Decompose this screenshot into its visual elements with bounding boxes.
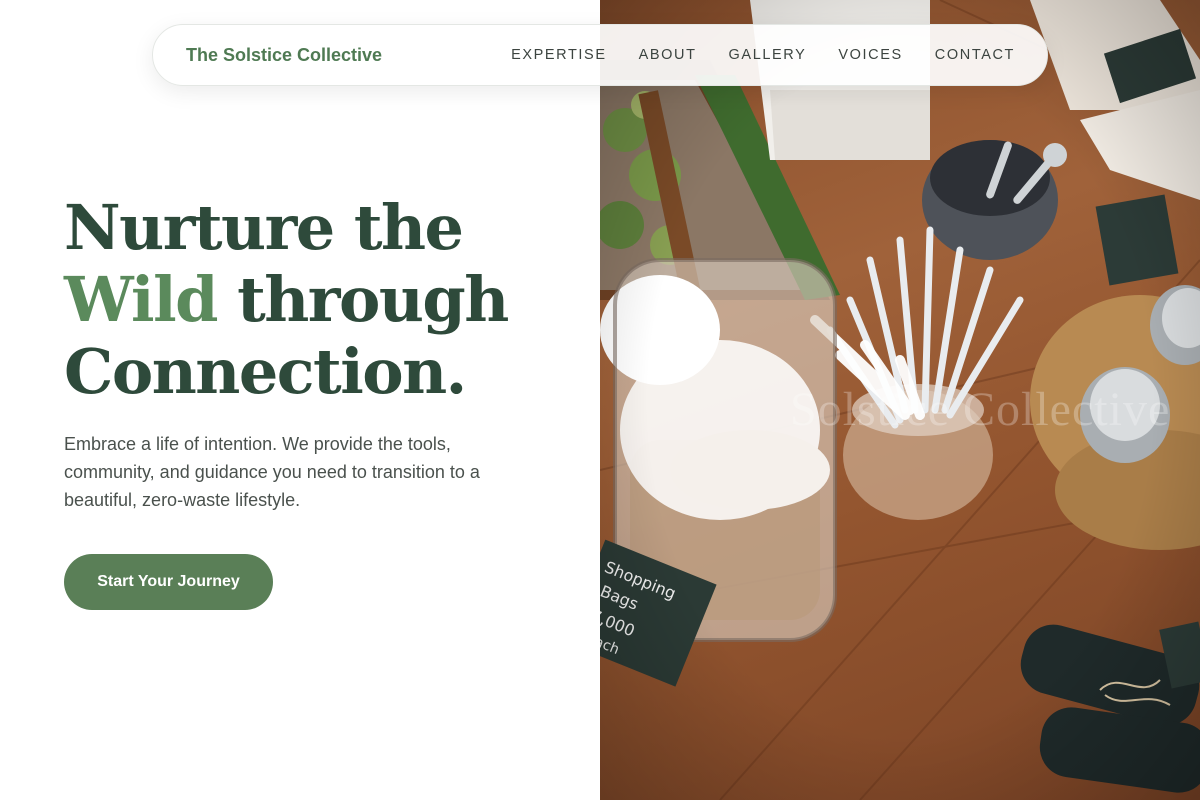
hero-photo: Shopping Bags ₹7,000 each Solstice Colle… (600, 0, 1200, 800)
top-navigation: The Solstice Collective EXPERTISE ABOUT … (152, 24, 1048, 86)
nav-link-about[interactable]: ABOUT (639, 47, 697, 63)
hero-section: Nurture the Wild through Connection. Emb… (64, 192, 584, 514)
headline-line-3: Connection. (64, 335, 467, 408)
nav-link-gallery[interactable]: GALLERY (729, 47, 807, 63)
nav-link-voices[interactable]: VOICES (838, 47, 902, 63)
photo-watermark: Solstice Collective (790, 383, 1171, 436)
nav-link-expertise[interactable]: EXPERTISE (511, 47, 607, 63)
brand-logo[interactable]: The Solstice Collective (186, 45, 382, 66)
nav-link-contact[interactable]: CONTACT (935, 47, 1015, 63)
hero-description: Embrace a life of intention. We provide … (64, 434, 480, 510)
hero-headline: Nurture the Wild through Connection. (64, 192, 584, 408)
nav-menu: EXPERTISE ABOUT GALLERY VOICES CONTACT (511, 47, 1015, 63)
headline-accent-word: Wild (64, 263, 219, 336)
headline-line-1: Nurture the (64, 191, 464, 264)
start-journey-button[interactable]: Start Your Journey (64, 554, 273, 610)
headline-line-2-rest: through (217, 263, 509, 336)
